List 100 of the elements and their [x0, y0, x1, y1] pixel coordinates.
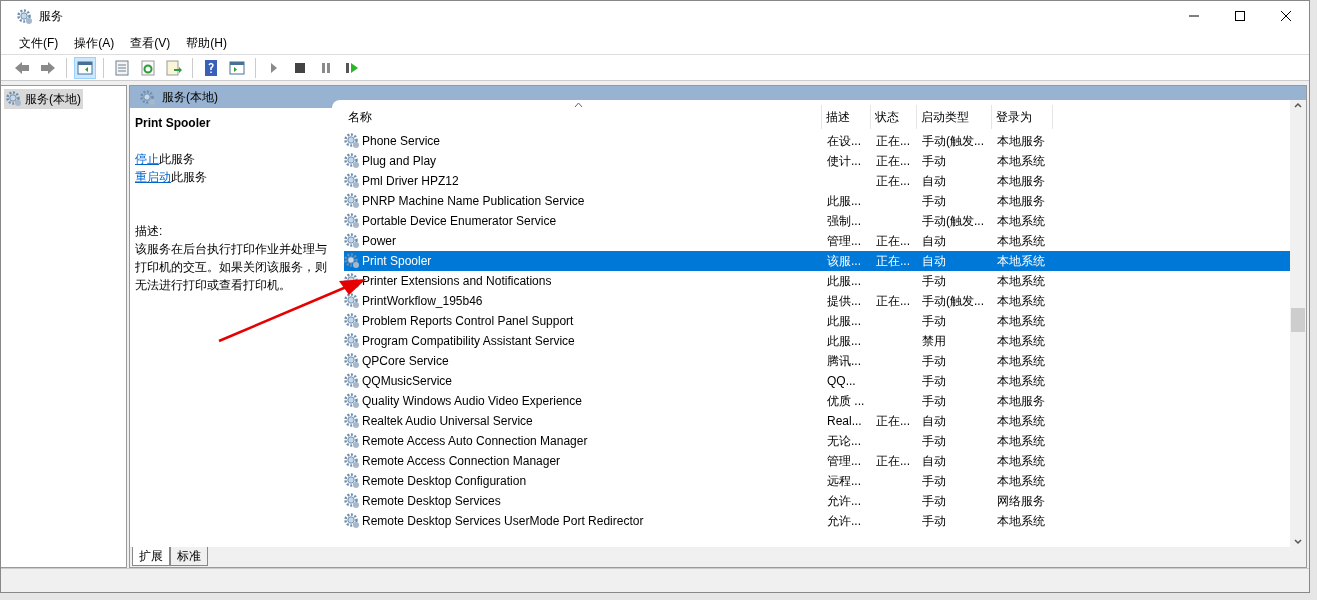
gear-icon — [344, 453, 360, 469]
service-title: Print Spooler — [135, 115, 212, 132]
service-name: Problem Reports Control Panel Support — [362, 313, 574, 330]
column-header[interactable]: 状态 — [871, 105, 917, 129]
table-cell: 禁用 — [922, 334, 946, 348]
table-cell: 正在... — [876, 294, 910, 308]
gear-icon — [344, 373, 360, 389]
table-cell: 本地服务 — [997, 174, 1045, 188]
table-row[interactable]: Remote Access Auto Connection Manager 无论... 手动 本地系统 — [344, 431, 1290, 451]
gear-icon — [344, 333, 360, 349]
service-name: Plug and Play — [362, 153, 437, 170]
view-tab[interactable]: 扩展 — [132, 547, 170, 566]
table-row[interactable]: Quality Windows Audio Video Experience 优质 ... 手动 本地服务 — [344, 391, 1290, 411]
gear-icon — [344, 133, 360, 149]
table-cell: 本地系统 — [997, 514, 1045, 528]
table-cell: 本地服务 — [997, 194, 1045, 208]
service-name: Phone Service — [362, 133, 441, 150]
service-name: PNRP Machine Name Publication Service — [362, 193, 585, 210]
action-link[interactable]: 停止 — [135, 152, 159, 166]
table-cell: 管理... — [827, 454, 861, 468]
properties-icon — [113, 58, 131, 77]
table-cell: 管理... — [827, 234, 861, 248]
console-tree-button[interactable] — [74, 56, 96, 79]
menu-item[interactable]: 操作(A) — [66, 33, 123, 52]
table-row[interactable]: PNRP Machine Name Publication Service 此服... 手动 本地服务 — [344, 191, 1290, 211]
panel-header: 服务(本地) — [162, 89, 218, 106]
service-name: Remote Desktop Services — [362, 493, 501, 510]
table-row[interactable]: Problem Reports Control Panel Support 此服... 手动 本地系统 — [344, 311, 1290, 331]
table-cell: 远程... — [827, 474, 861, 488]
table-cell: 网络服务 — [997, 494, 1045, 508]
table-cell: 在设... — [827, 134, 861, 148]
table-cell: 自动 — [922, 174, 946, 188]
column-header[interactable]: 登录为 — [992, 105, 1053, 129]
window-title: 服务 — [39, 8, 63, 25]
table-row[interactable]: Remote Desktop Configuration 远程... 手动 本地系统 — [344, 471, 1290, 491]
menu-item[interactable]: 查看(V) — [122, 33, 179, 52]
service-name: Quality Windows Audio Video Experience — [362, 393, 582, 410]
gear-icon — [344, 353, 360, 369]
table-cell: 手动 — [922, 154, 946, 168]
gear-icon — [344, 173, 360, 189]
scrollbar[interactable] — [1290, 100, 1306, 547]
table-cell: 正在... — [876, 234, 910, 248]
table-cell: 本地系统 — [997, 434, 1045, 448]
table-row[interactable]: Realtek Audio Universal Service Real... 正在... 自动 本地系统 — [344, 411, 1290, 431]
table-cell: 手动 — [922, 394, 946, 408]
scroll-down-icon[interactable] — [1294, 539, 1302, 545]
menu-item[interactable]: 文件(F) — [11, 33, 67, 52]
table-row[interactable]: Phone Service 在设... 正在... 手动(触发... 本地服务 — [344, 131, 1290, 151]
table-row[interactable]: Remote Desktop Services 允许... 手动 网络服务 — [344, 491, 1290, 511]
column-header[interactable]: 描述 — [822, 105, 871, 129]
action-link[interactable]: 重启动 — [135, 170, 171, 184]
table-cell: 允许... — [827, 494, 861, 508]
table-row[interactable]: Portable Device Enumerator Service 强制... 手动(触发... 本地系统 — [344, 211, 1290, 231]
table-cell: 此服... — [827, 194, 861, 208]
table-row[interactable]: Pml Driver HPZ12 正在... 自动 本地服务 — [344, 171, 1290, 191]
table-cell: 本地系统 — [997, 314, 1045, 328]
table-row[interactable]: Remote Access Connection Manager 管理... 正在... 自动 本地系统 — [344, 451, 1290, 471]
table-row[interactable]: PrintWorkflow_195b46 提供... 正在... 手动(触发... 本地系统 — [344, 291, 1290, 311]
table-row[interactable]: QQMusicService QQ... 手动 本地系统 — [344, 371, 1290, 391]
table-cell: 无论... — [827, 434, 861, 448]
table-cell: 正在... — [876, 414, 910, 428]
gear-icon — [344, 413, 360, 429]
table-cell: 手动 — [922, 514, 946, 528]
help-icon — [202, 58, 220, 77]
table-row[interactable]: Print Spooler 该服... 正在... 自动 本地系统 — [344, 251, 1290, 271]
table-cell: 手动 — [922, 194, 946, 208]
table-row[interactable]: Power 管理... 正在... 自动 本地系统 — [344, 231, 1290, 251]
table-cell: 本地系统 — [997, 374, 1045, 388]
table-cell: 本地系统 — [997, 154, 1045, 168]
table-row[interactable]: QPCore Service 腾讯... 手动 本地系统 — [344, 351, 1290, 371]
scrollbar-thumb[interactable] — [1291, 308, 1305, 332]
table-cell: 本地系统 — [997, 334, 1045, 348]
table-cell: 强制... — [827, 214, 861, 228]
table-cell: 此服... — [827, 334, 861, 348]
service-name: Pml Driver HPZ12 — [362, 173, 459, 190]
table-row[interactable]: Remote Desktop Services UserMode Port Redirector 允许... 手动 本地系统 — [344, 511, 1290, 531]
service-name: Print Spooler — [362, 253, 432, 270]
table-cell: 正在... — [876, 174, 910, 188]
table-row[interactable]: Program Compatibility Assistant Service 此服... 禁用 本地系统 — [344, 331, 1290, 351]
table-row[interactable]: Plug and Play 使计... 正在... 手动 本地系统 — [344, 151, 1290, 171]
table-cell: 本地系统 — [997, 414, 1045, 428]
scroll-up-icon[interactable] — [1294, 102, 1302, 108]
table-cell: 本地系统 — [997, 214, 1045, 228]
table-cell: 本地系统 — [997, 234, 1045, 248]
column-header[interactable]: 名称 — [344, 105, 822, 129]
table-cell: 腾讯... — [827, 354, 861, 368]
tree-item[interactable]: 服务(本地) — [4, 89, 83, 109]
table-cell: 正在... — [876, 254, 910, 268]
gear-icon — [344, 253, 360, 269]
service-name: Remote Access Connection Manager — [362, 453, 561, 470]
gear-icon — [344, 233, 360, 249]
table-cell: 手动 — [922, 474, 946, 488]
menu-item[interactable]: 帮助(H) — [178, 33, 235, 52]
column-header[interactable]: 启动类型 — [917, 105, 992, 129]
table-cell: 自动 — [922, 234, 946, 248]
table-cell: 允许... — [827, 514, 861, 528]
view-tab[interactable]: 标准 — [170, 547, 208, 566]
table-cell: QQ... — [827, 374, 856, 388]
table-cell: 本地系统 — [997, 294, 1045, 308]
table-cell: 本地系统 — [997, 454, 1045, 468]
